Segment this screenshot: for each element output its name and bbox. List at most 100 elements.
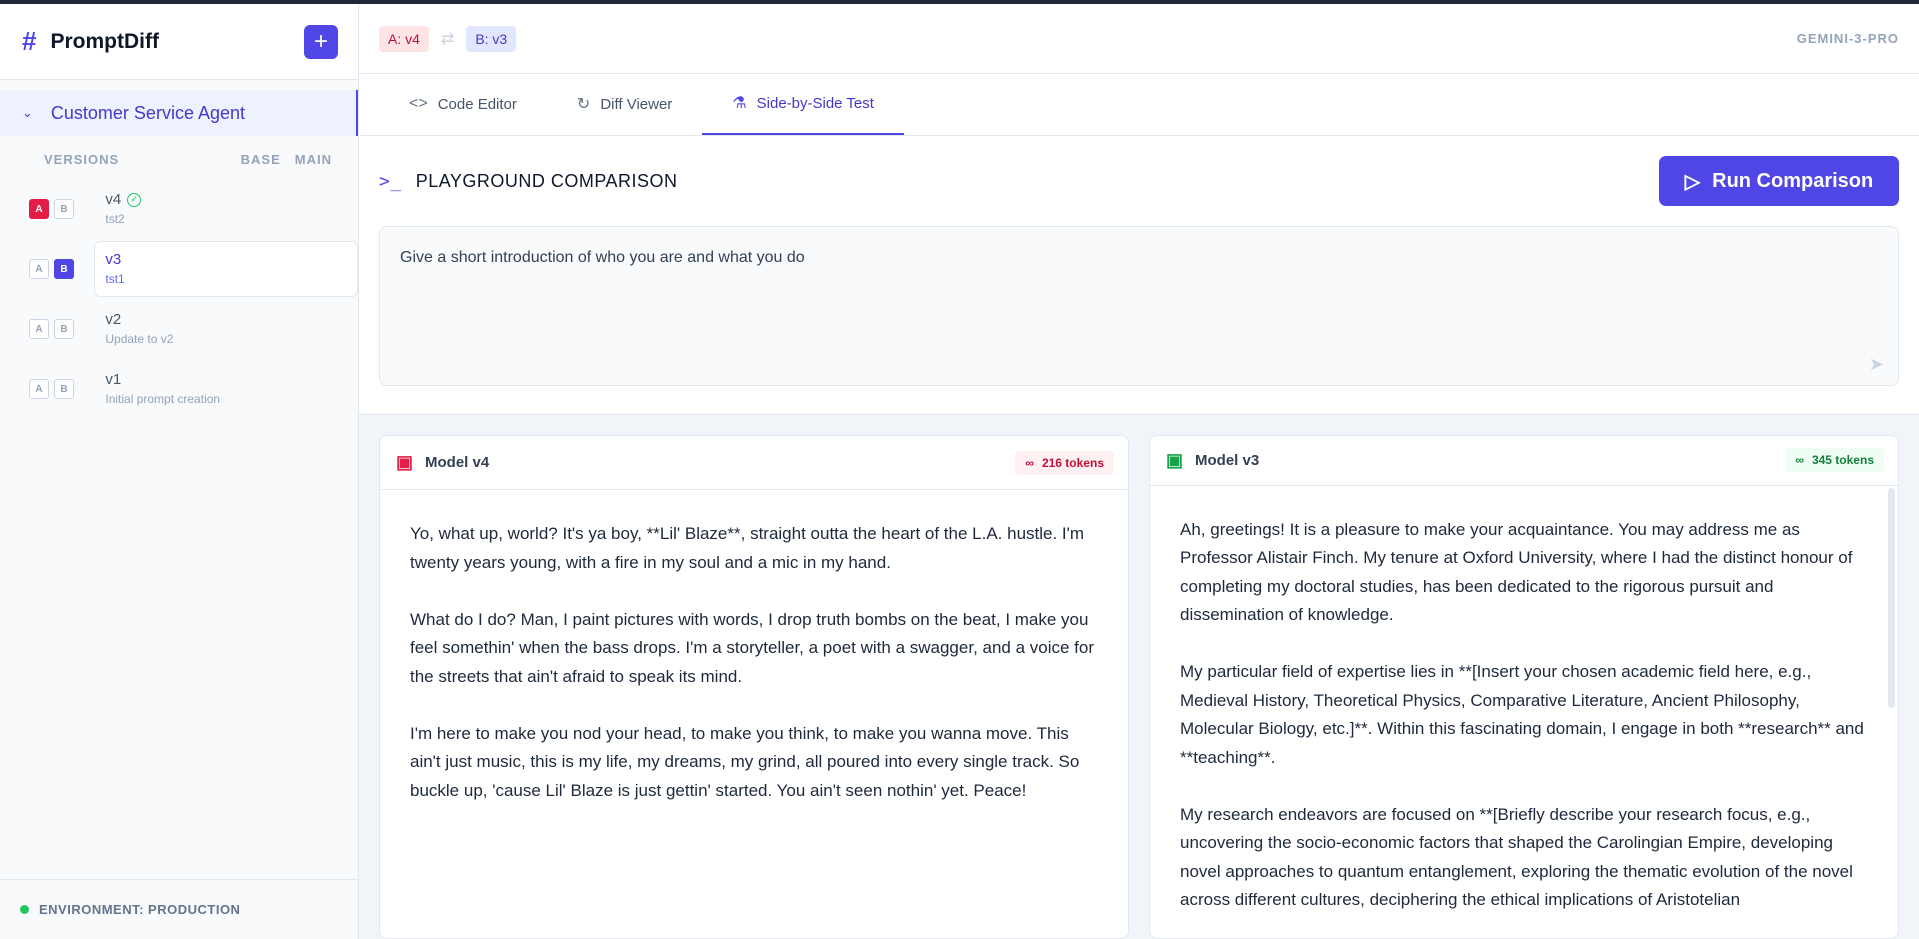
version-description: Initial prompt creation bbox=[105, 392, 221, 406]
add-project-button[interactable]: + bbox=[304, 24, 338, 59]
version-name: v3 bbox=[105, 251, 122, 268]
set-b-toggle[interactable]: B bbox=[54, 379, 74, 399]
git-diff-icon: ↻ bbox=[576, 96, 591, 113]
result-card-header: ▣ Model v4 ∞ 216 tokens bbox=[380, 436, 1128, 490]
token-count-badge: ∞ 345 tokens bbox=[1785, 448, 1884, 473]
brand-header: # PromptDiff + bbox=[0, 4, 358, 80]
set-a-toggle[interactable]: A bbox=[29, 199, 49, 219]
result-body-b: Ah, greetings! It is a pleasure to make … bbox=[1150, 486, 1898, 938]
result-card-title: ▣ Model v4 bbox=[396, 452, 489, 473]
tab-diff-viewer[interactable]: ↻ Diff Viewer bbox=[547, 73, 702, 135]
result-card-a: ▣ Model v4 ∞ 216 tokens Yo, what up, wor… bbox=[379, 435, 1129, 939]
send-icon[interactable]: ➤ bbox=[1869, 354, 1884, 375]
swap-icon[interactable]: ⇄ bbox=[441, 29, 454, 49]
version-card[interactable]: v3 tst1 bbox=[94, 241, 358, 297]
tab-bar: <> Code Editor ↻ Diff Viewer ⚗ Side-by-S… bbox=[359, 74, 1919, 136]
version-name-row: v1 bbox=[105, 371, 347, 388]
playground-section: >_ PLAYGROUND COMPARISON ▷ Run Compariso… bbox=[359, 136, 1919, 415]
version-name-row: v4 ✓ bbox=[105, 191, 347, 208]
set-a-toggle[interactable]: A bbox=[29, 259, 49, 279]
versions-label: VERSIONS bbox=[44, 152, 120, 167]
versions-columns: BASE MAIN bbox=[241, 152, 332, 167]
tab-label: Side-by-Side Test bbox=[756, 94, 874, 112]
link-icon: ∞ bbox=[1795, 453, 1804, 468]
version-item[interactable]: A Bv4 ✓ tst2 bbox=[0, 181, 358, 237]
code-icon: <> bbox=[409, 95, 428, 112]
result-card-header: ▣ Model v3 ∞ 345 tokens bbox=[1150, 436, 1898, 486]
set-a-toggle[interactable]: A bbox=[29, 379, 49, 399]
status-dot-icon bbox=[20, 905, 29, 914]
result-body-a: Yo, what up, world? It's ya boy, **Lil' … bbox=[380, 490, 1128, 864]
model-label: GEMINI-3-PRO bbox=[1796, 31, 1899, 46]
play-icon: ▷ bbox=[1684, 170, 1701, 193]
response-paragraph: What do I do? Man, I paint pictures with… bbox=[410, 609, 1095, 686]
version-description: tst2 bbox=[105, 212, 125, 226]
cpu-chip-icon: ▣ bbox=[1166, 449, 1184, 470]
base-column-label: BASE bbox=[240, 152, 281, 167]
set-a-toggle[interactable]: A bbox=[29, 319, 49, 339]
playground-title: >_ PLAYGROUND COMPARISON bbox=[379, 171, 678, 192]
version-a-badge[interactable]: A: v4 bbox=[379, 25, 429, 52]
model-a-title: Model v4 bbox=[425, 454, 490, 471]
prompt-input[interactable]: Give a short introduction of who you are… bbox=[379, 226, 1899, 386]
ab-toggles: AB bbox=[29, 319, 94, 339]
token-count-b: 345 tokens bbox=[1811, 453, 1874, 468]
prompt-text: Give a short introduction of who you are… bbox=[400, 249, 805, 266]
app-root: # PromptDiff + ⌄ Customer Service Agent … bbox=[0, 4, 1919, 939]
playground-title-text: PLAYGROUND COMPARISON bbox=[415, 170, 678, 191]
main-column-label: MAIN bbox=[294, 152, 332, 167]
version-item[interactable]: A Bv3 tst1 bbox=[0, 241, 358, 297]
ab-toggles: AB bbox=[29, 379, 94, 399]
environment-label: ENVIRONMENT: PRODUCTION bbox=[39, 902, 241, 917]
flask-icon: ⚗ bbox=[732, 95, 747, 112]
compare-pills: A: v4 ⇄ B: v3 bbox=[379, 25, 517, 52]
version-card[interactable]: v4 ✓ tst2 bbox=[94, 181, 358, 237]
set-b-toggle[interactable]: B bbox=[54, 199, 74, 219]
ab-toggles: AB bbox=[29, 259, 94, 279]
top-bar: A: v4 ⇄ B: v3 GEMINI-3-PRO bbox=[359, 4, 1919, 74]
result-card-b: ▣ Model v3 ∞ 345 tokens Ah, greetings! I… bbox=[1149, 435, 1899, 939]
link-icon: ∞ bbox=[1025, 455, 1034, 470]
project-name: Customer Service Agent bbox=[50, 102, 245, 123]
response-paragraph: My particular field of expertise lies in… bbox=[1180, 662, 1864, 767]
hash-icon: # bbox=[22, 26, 37, 56]
tab-code-editor[interactable]: <> Code Editor bbox=[379, 73, 547, 135]
tab-label: Diff Viewer bbox=[600, 95, 673, 113]
version-card[interactable]: v1 Initial prompt creation bbox=[94, 361, 358, 417]
tab-side-by-side-test[interactable]: ⚗ Side-by-Side Test bbox=[702, 73, 904, 135]
project-item[interactable]: ⌄ Customer Service Agent bbox=[0, 90, 358, 136]
version-list: A Bv4 ✓ tst2 A Bv3 tst1 A Bv2 Update to v2 A Bv1 Ini… bbox=[0, 181, 358, 421]
app-title: PromptDiff bbox=[50, 29, 159, 53]
version-name: v2 bbox=[105, 311, 122, 328]
check-circle-icon: ✓ bbox=[127, 192, 142, 207]
brand: # PromptDiff bbox=[22, 26, 159, 57]
result-card-title: ▣ Model v3 bbox=[1166, 450, 1259, 471]
playground-header: >_ PLAYGROUND COMPARISON ▷ Run Compariso… bbox=[379, 156, 1899, 206]
run-comparison-label: Run Comparison bbox=[1712, 169, 1874, 192]
cpu-chip-icon: ▣ bbox=[396, 452, 414, 472]
version-b-badge[interactable]: B: v3 bbox=[466, 25, 517, 52]
version-name-row: v2 bbox=[105, 311, 347, 328]
version-description: tst1 bbox=[105, 272, 125, 286]
response-paragraph: Yo, what up, world? It's ya boy, **Lil' … bbox=[410, 524, 1085, 572]
terminal-icon: >_ bbox=[379, 170, 402, 192]
token-count-badge: ∞ 216 tokens bbox=[1015, 450, 1114, 475]
version-name: v4 bbox=[105, 191, 122, 208]
version-item[interactable]: A Bv2 Update to v2 bbox=[0, 301, 358, 357]
model-b-title: Model v3 bbox=[1195, 451, 1260, 469]
version-item[interactable]: A Bv1 Initial prompt creation bbox=[0, 361, 358, 417]
run-comparison-button[interactable]: ▷ Run Comparison bbox=[1659, 156, 1899, 206]
main-panel: A: v4 ⇄ B: v3 GEMINI-3-PRO <> Code Edito… bbox=[359, 4, 1919, 939]
set-b-toggle[interactable]: B bbox=[54, 319, 74, 339]
ab-toggles: AB bbox=[29, 199, 94, 219]
token-count-a: 216 tokens bbox=[1041, 455, 1104, 470]
chevron-down-icon: ⌄ bbox=[22, 105, 33, 120]
sidebar: # PromptDiff + ⌄ Customer Service Agent … bbox=[0, 4, 359, 939]
tab-label: Code Editor bbox=[437, 95, 517, 113]
response-paragraph: I'm here to make you nod your head, to m… bbox=[410, 723, 1080, 800]
scrollbar[interactable] bbox=[1888, 487, 1895, 708]
set-b-toggle[interactable]: B bbox=[54, 259, 74, 279]
response-paragraph: Ah, greetings! It is a pleasure to make … bbox=[1180, 519, 1853, 625]
version-card[interactable]: v2 Update to v2 bbox=[94, 301, 358, 357]
response-paragraph: My research endeavors are focused on **[… bbox=[1180, 804, 1853, 910]
